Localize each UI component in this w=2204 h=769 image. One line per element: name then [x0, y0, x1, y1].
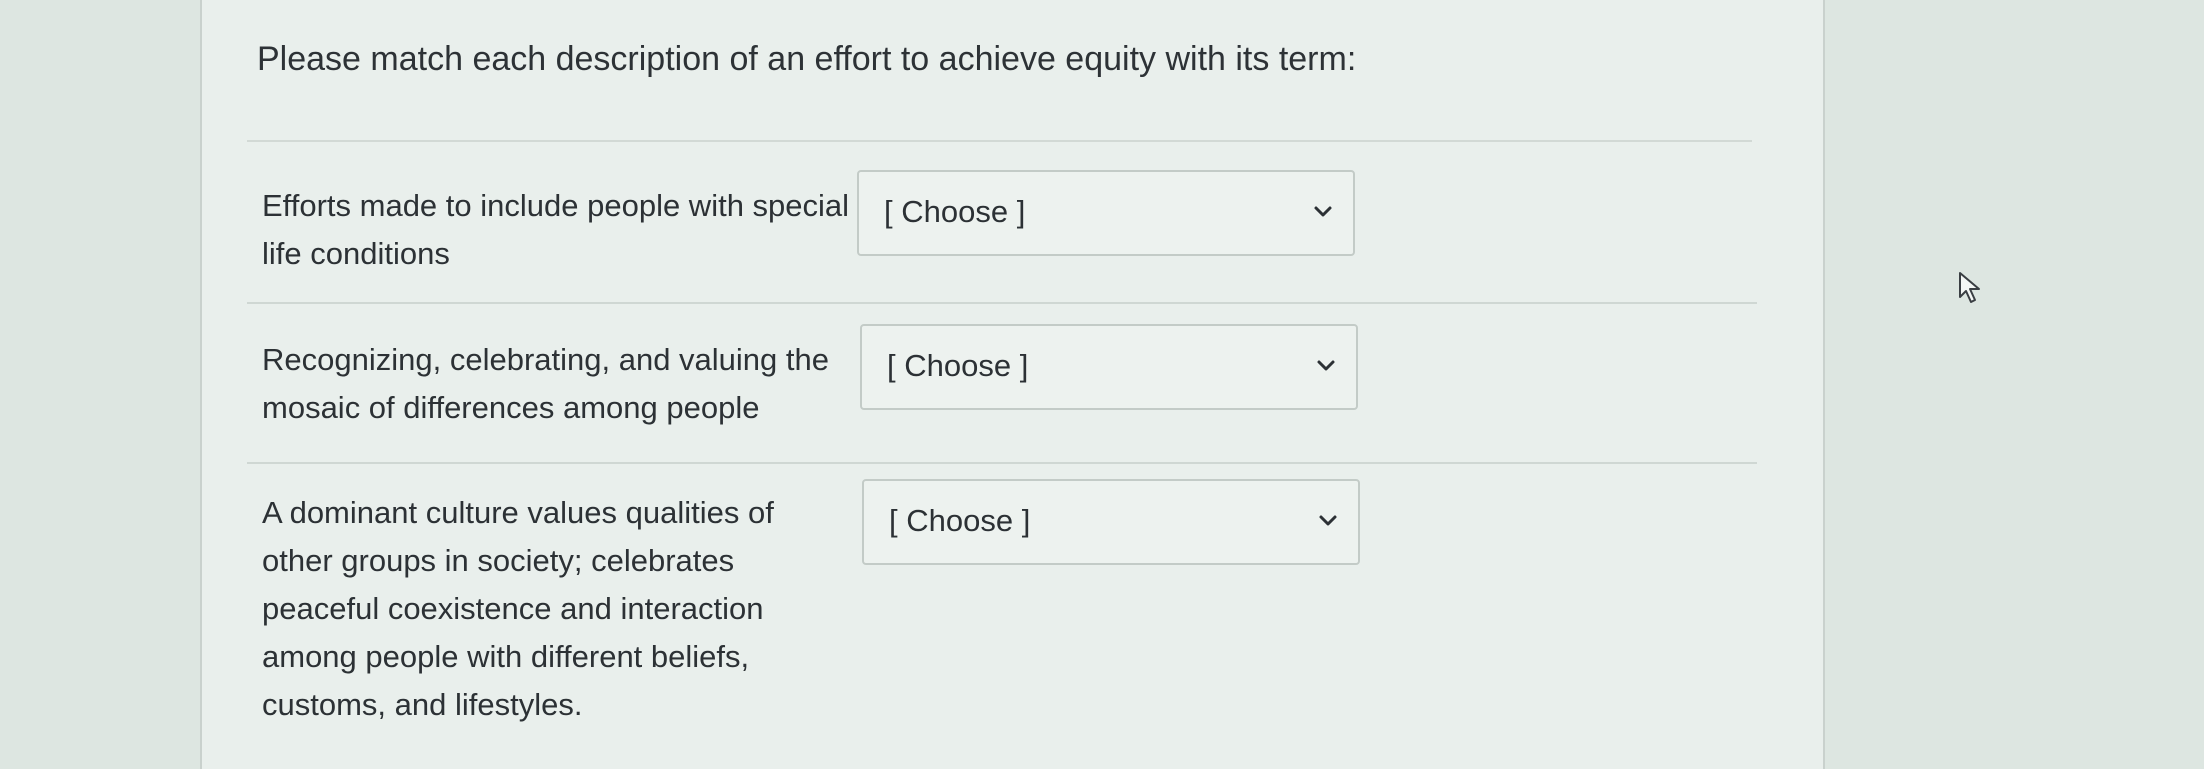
- select-value: [ Choose ]: [884, 194, 1026, 229]
- select-value: [ Choose ]: [887, 348, 1029, 383]
- match-description: Recognizing, celebrating, and valuing th…: [262, 342, 829, 425]
- header-divider: [247, 140, 1752, 142]
- chevron-down-icon: [1319, 515, 1337, 526]
- term-select-dropdown[interactable]: [ Choose ]: [860, 324, 1358, 410]
- match-description: Efforts made to include people with spec…: [262, 188, 850, 271]
- match-row: Efforts made to include people with spec…: [247, 168, 1757, 304]
- match-description: A dominant culture values qualities of o…: [262, 495, 774, 722]
- match-row: A dominant culture values qualities of o…: [247, 475, 1757, 769]
- mouse-cursor-icon: [1959, 272, 1980, 303]
- question-prompt: Please match each description of an effo…: [257, 40, 1357, 78]
- select-value: [ Choose ]: [889, 503, 1031, 538]
- chevron-down-icon: [1314, 206, 1332, 217]
- chevron-down-icon: [1317, 360, 1335, 371]
- term-select-dropdown[interactable]: [ Choose ]: [857, 170, 1355, 256]
- term-select-dropdown[interactable]: [ Choose ]: [862, 479, 1360, 565]
- match-row: Recognizing, celebrating, and valuing th…: [247, 322, 1757, 464]
- quiz-question-panel: Please match each description of an effo…: [200, 0, 1825, 769]
